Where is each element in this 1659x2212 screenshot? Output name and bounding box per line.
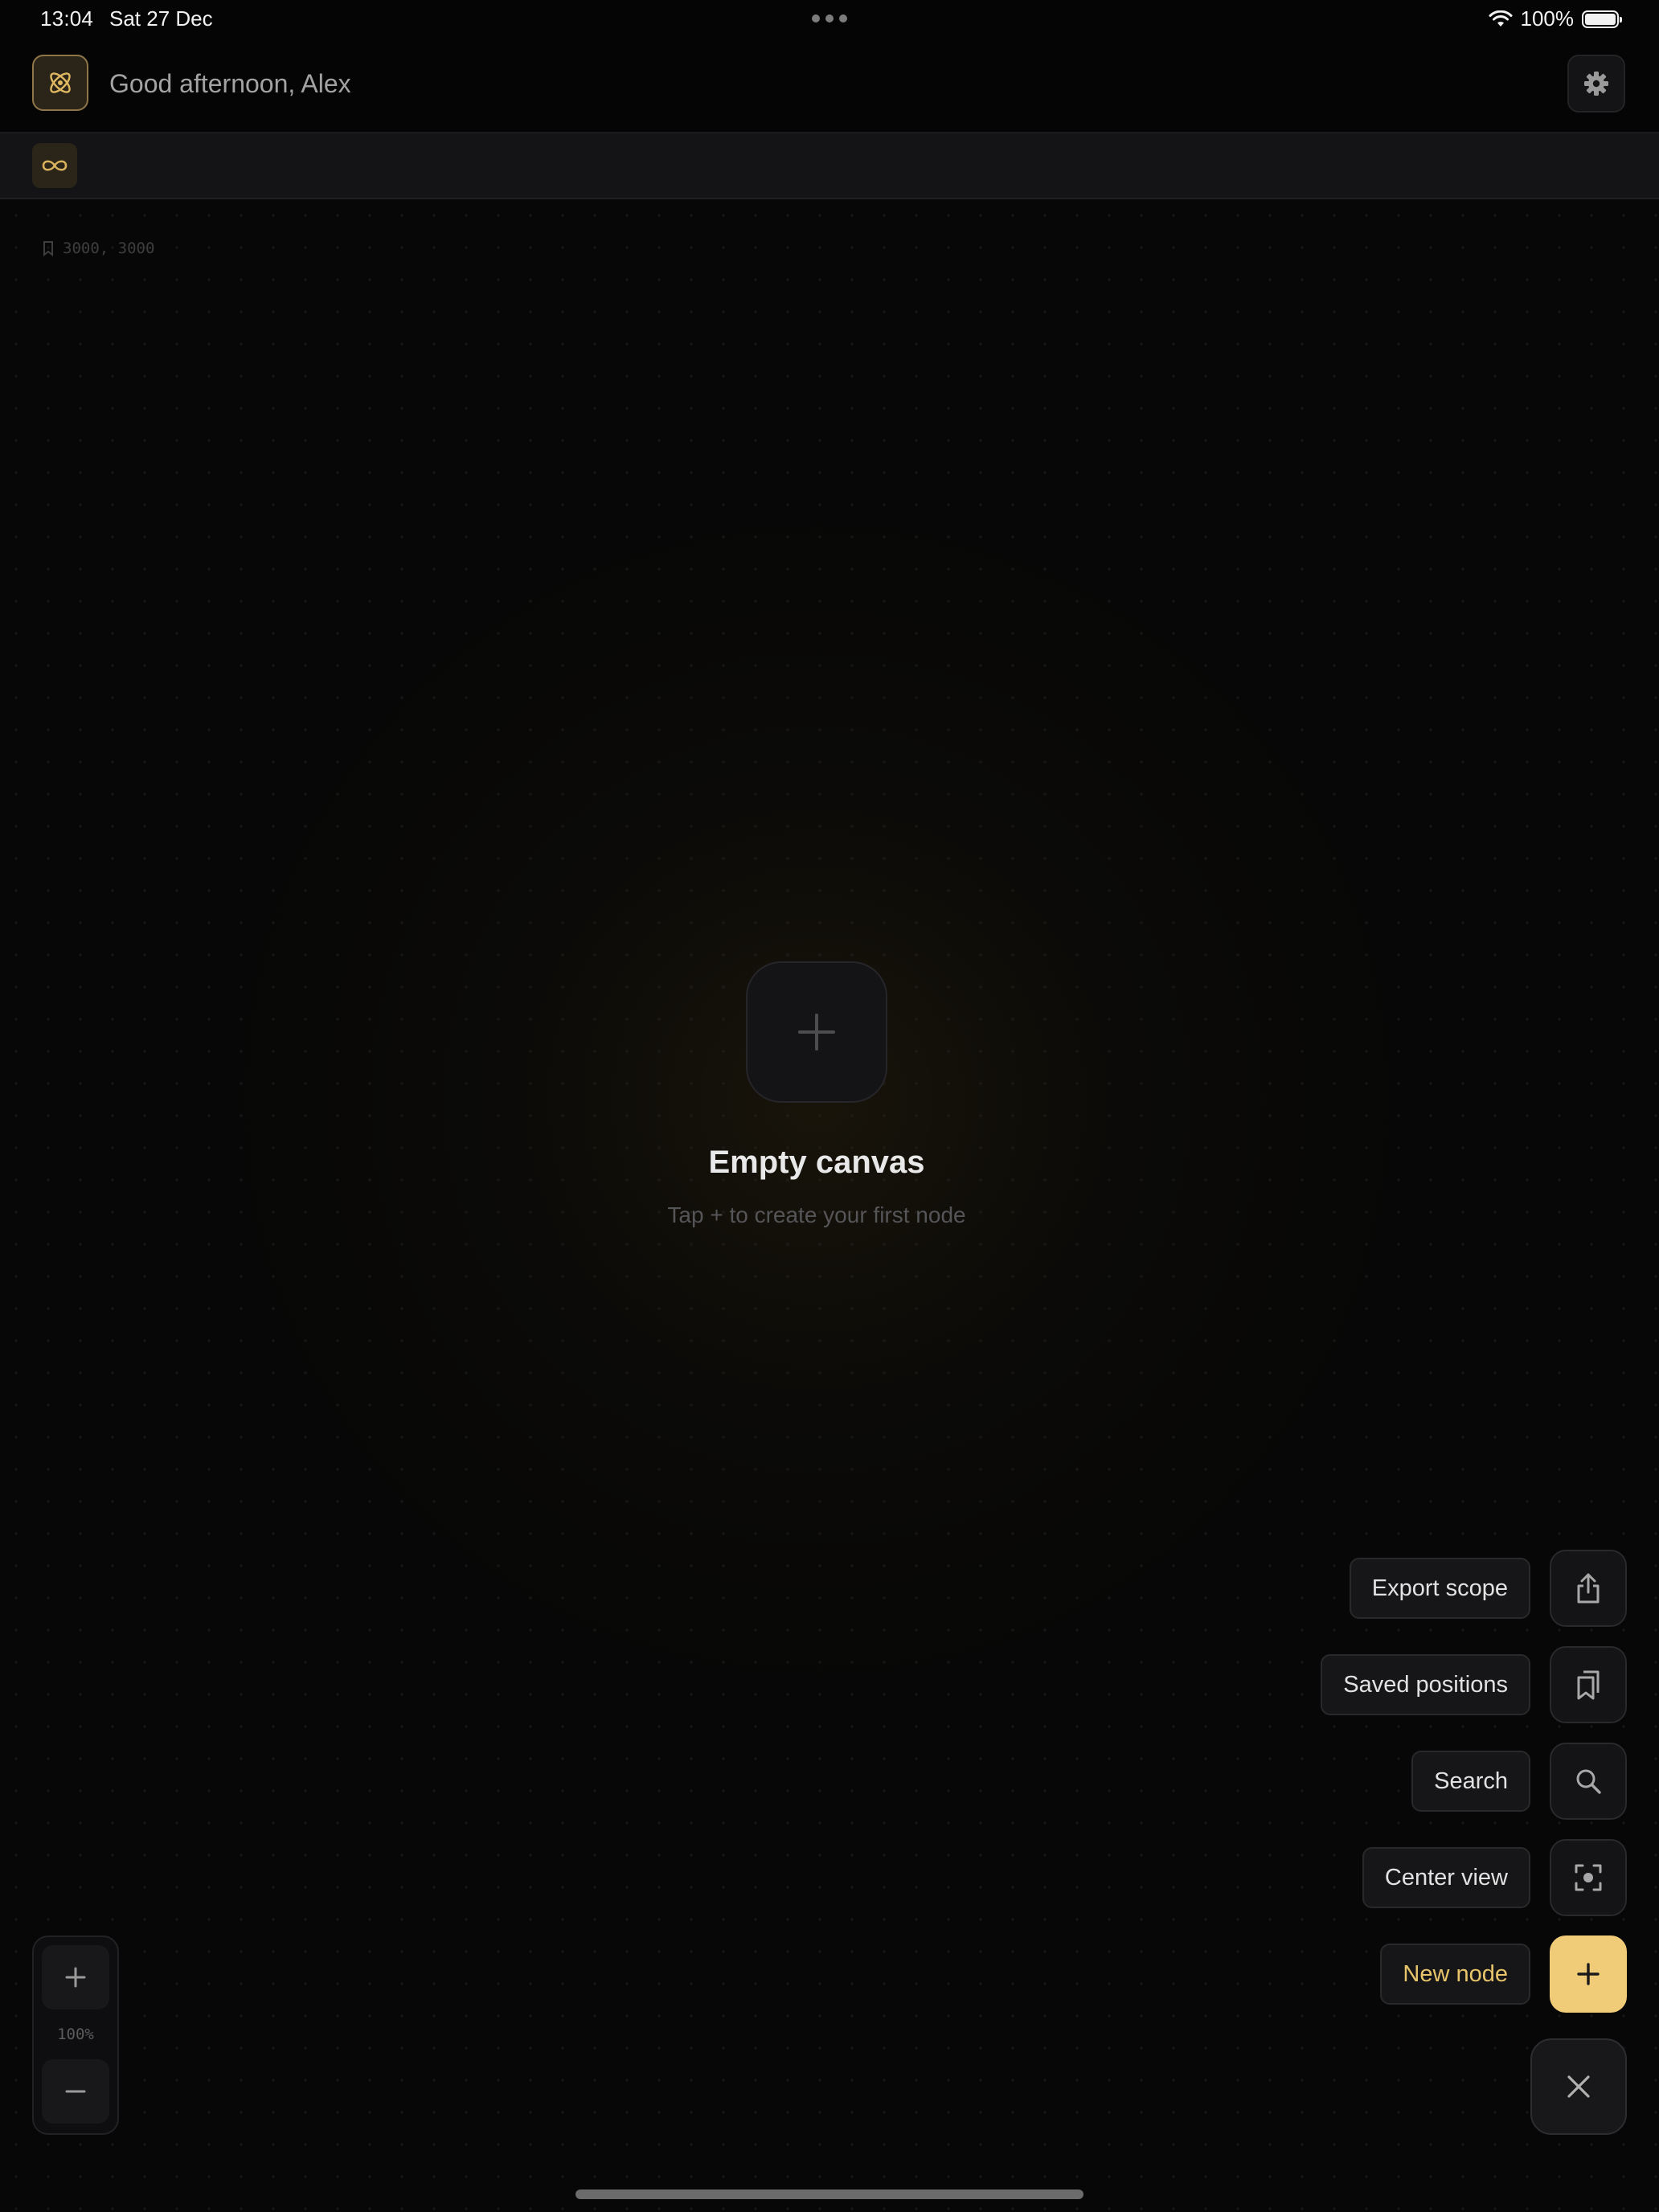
empty-canvas-title: Empty canvas [708, 1145, 925, 1180]
scope-bar [0, 133, 1659, 199]
zoom-level: 100% [57, 2026, 94, 2043]
canvas[interactable]: 3000, 3000 Empty canvas Tap + to create … [0, 199, 1659, 2212]
wifi-icon [1489, 10, 1512, 27]
zoom-in-button[interactable] [42, 1945, 109, 2009]
home-indicator[interactable] [576, 2189, 1083, 2199]
app-logo-button[interactable] [32, 55, 88, 111]
saved-positions-button[interactable] [1550, 1646, 1627, 1723]
bookmarks-icon [1577, 1670, 1600, 1700]
center-view-button[interactable] [1550, 1839, 1627, 1916]
empty-canvas-subtitle: Tap + to create your first node [667, 1202, 966, 1227]
export-scope-button[interactable] [1550, 1550, 1627, 1627]
coordinates-text: 3000, 3000 [63, 240, 155, 257]
focus-icon [1575, 1864, 1602, 1891]
search-icon [1576, 1769, 1601, 1794]
status-indicators: 100% [1489, 6, 1622, 31]
multitasking-dots-icon[interactable] [812, 14, 847, 23]
plus-icon [1577, 1963, 1600, 1985]
coordinates-readout: 3000, 3000 [42, 240, 154, 257]
status-date: Sat 27 Dec [109, 6, 213, 31]
search-button[interactable] [1550, 1743, 1627, 1820]
app-header: Good afternoon, Alex [0, 39, 1659, 133]
plus-icon [65, 1967, 86, 1988]
zoom-control: 100% [32, 1936, 119, 2135]
saved-positions-label[interactable]: Saved positions [1321, 1654, 1530, 1715]
minus-icon [65, 2090, 86, 2093]
new-node-button[interactable] [1550, 1936, 1627, 2013]
scope-button-infinite[interactable] [32, 143, 77, 188]
close-menu-button[interactable] [1530, 2038, 1627, 2135]
settings-button[interactable] [1567, 55, 1625, 113]
atom-icon [50, 72, 71, 93]
plus-icon [798, 1014, 835, 1051]
share-icon [1577, 1573, 1600, 1604]
center-view-label[interactable]: Center view [1362, 1847, 1530, 1908]
new-node-label[interactable]: New node [1380, 1944, 1530, 2005]
status-time: 13:04 [40, 6, 94, 31]
export-scope-label[interactable]: Export scope [1349, 1558, 1530, 1619]
close-icon [1567, 2075, 1590, 2098]
status-bar: 13:04 Sat 27 Dec 100% [0, 0, 1659, 39]
zoom-out-button[interactable] [42, 2059, 109, 2124]
greeting-text: Good afternoon, Alex [109, 69, 351, 98]
gear-icon [1584, 72, 1608, 96]
app-screen: 13:04 Sat 27 Dec 100% Good afternoon, Al… [0, 0, 1659, 2212]
battery-percentage: 100% [1520, 6, 1575, 31]
battery-full-icon [1582, 10, 1622, 28]
infinity-icon [42, 160, 68, 171]
bookmark-icon [43, 241, 53, 256]
empty-canvas-add-button[interactable] [746, 961, 887, 1103]
search-label[interactable]: Search [1411, 1751, 1530, 1812]
